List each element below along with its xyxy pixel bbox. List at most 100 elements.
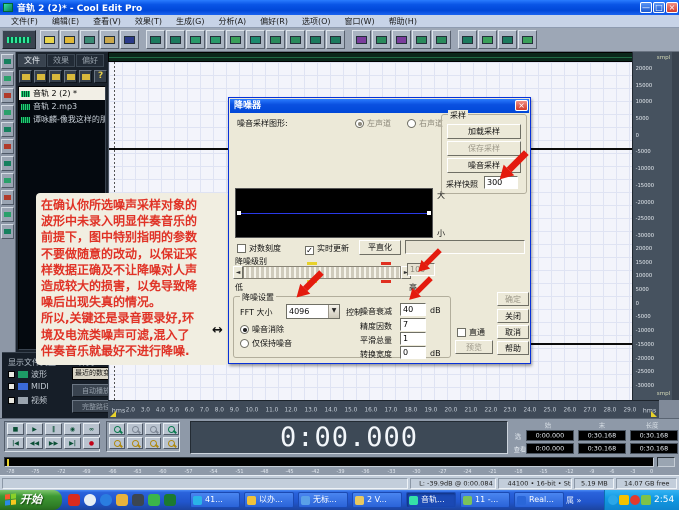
quicklaunch-icon[interactable] [100, 494, 112, 506]
task-button[interactable]: Real... [514, 492, 564, 508]
menu-item[interactable]: 选项(O) [295, 16, 338, 27]
tool2-button[interactable] [478, 30, 497, 49]
radio-right-channel[interactable]: 右声道 [407, 118, 443, 129]
import-button[interactable] [100, 30, 119, 49]
overview-strip[interactable] [108, 52, 659, 62]
file-item[interactable]: 音轨 2 (2) * [19, 87, 105, 100]
tool1-button[interactable] [458, 30, 477, 49]
quicklaunch-icon[interactable] [116, 494, 128, 506]
bypass-checkbox[interactable]: 直通 [457, 327, 485, 338]
organizer-help-button[interactable]: ? [94, 70, 107, 83]
filter-video[interactable]: 视频 [8, 395, 47, 406]
task-button[interactable]: 以办... [244, 492, 294, 508]
rewind-button[interactable]: ◀◀ [26, 437, 43, 449]
maximize-button[interactable]: □ [653, 2, 665, 13]
tray-icon[interactable] [619, 495, 629, 505]
slider-left-arrow[interactable]: ◄ [233, 266, 243, 279]
play-button[interactable]: ▶ [26, 423, 43, 435]
help-button[interactable]: 帮助 [497, 341, 529, 355]
organizer-close-button[interactable] [64, 70, 77, 83]
organizer-insert-button[interactable] [49, 70, 62, 83]
chevron-down-icon[interactable]: ▼ [328, 305, 339, 318]
undo-button[interactable] [146, 30, 165, 49]
task-button[interactable]: 2 V... [352, 492, 402, 508]
pause-button[interactable]: ‖ [45, 423, 62, 435]
rail-button[interactable] [1, 122, 14, 137]
effect1-button[interactable] [352, 30, 371, 49]
rail-button[interactable] [1, 173, 14, 188]
live-update-checkbox[interactable]: ✓实时更新 [305, 243, 349, 255]
fast-forward-button[interactable]: ▶▶ [45, 437, 62, 449]
filter-midi[interactable]: MIDI [8, 382, 49, 391]
rail-button[interactable] [1, 54, 14, 69]
smooth-input[interactable] [400, 332, 426, 345]
effect4-button[interactable] [412, 30, 431, 49]
loop-button[interactable]: ∞ [83, 423, 100, 435]
settings-button[interactable] [326, 30, 345, 49]
open-file-button[interactable] [60, 30, 79, 49]
effect5-button[interactable] [432, 30, 451, 49]
rail-button[interactable] [1, 190, 14, 205]
record-button[interactable]: ● [83, 437, 100, 449]
rail-button[interactable] [1, 139, 14, 154]
properties-button[interactable] [120, 30, 139, 49]
precision-input[interactable] [400, 318, 426, 331]
task-button[interactable]: 11 -... [460, 492, 510, 508]
ok-button[interactable]: 确定 [497, 292, 529, 306]
checkbox[interactable] [8, 383, 15, 390]
trim-button[interactable] [286, 30, 305, 49]
load-sample-button[interactable]: 加载采样 [447, 124, 521, 139]
zoom-left-button[interactable] [145, 437, 161, 449]
effect3-button[interactable] [392, 30, 411, 49]
checkbox[interactable] [8, 397, 15, 404]
quicklaunch-icon[interactable] [84, 494, 96, 506]
time-display[interactable]: 0:00.000 [190, 421, 508, 454]
copy-button[interactable] [206, 30, 225, 49]
organizer-options-button[interactable] [79, 70, 92, 83]
menu-item[interactable]: 文件(F) [4, 16, 45, 27]
filter-waveform[interactable]: 波形 [8, 369, 47, 380]
menu-item[interactable]: 生成(G) [169, 16, 211, 27]
tab-files[interactable]: 文件 [18, 54, 46, 67]
task-button[interactable]: 41... [190, 492, 240, 508]
save-file-button[interactable] [80, 30, 99, 49]
redo-button[interactable] [166, 30, 185, 49]
radio-left-channel[interactable]: 左声道 [355, 118, 391, 129]
quicklaunch-icon[interactable] [132, 494, 144, 506]
file-item[interactable]: 音轨 2.mp3 [19, 100, 105, 113]
zoom-selection-button[interactable] [163, 423, 179, 435]
mix-paste-button[interactable] [246, 30, 265, 49]
go-end-button[interactable]: ▶| [64, 437, 81, 449]
rail-button[interactable] [1, 105, 14, 120]
zoom-out-button[interactable] [127, 423, 143, 435]
play-to-end-button[interactable]: ◉ [64, 423, 81, 435]
minimize-button[interactable]: — [640, 2, 652, 13]
menu-item[interactable]: 窗口(W) [338, 16, 382, 27]
menu-item[interactable]: 帮助(H) [382, 16, 424, 27]
organizer-open-button[interactable] [19, 70, 32, 83]
log-scale-checkbox[interactable]: 对数刻度 [237, 243, 281, 254]
noise-reduce-input[interactable] [400, 303, 426, 316]
cancel-button[interactable]: 取消 [497, 325, 529, 339]
cut-button[interactable] [186, 30, 205, 49]
waveform-view-button[interactable] [2, 30, 36, 49]
close-button[interactable]: × [666, 2, 678, 13]
preview-button[interactable]: 预览 [455, 340, 493, 354]
rail-button[interactable] [1, 207, 14, 222]
zoom-out-vertical-button[interactable] [127, 437, 143, 449]
menu-item[interactable]: 查看(V) [86, 16, 128, 27]
rail-button[interactable] [1, 71, 14, 86]
zoom-in-vertical-button[interactable] [109, 437, 125, 449]
start-button[interactable]: 开始 [0, 490, 62, 510]
tab-favorites[interactable]: 偏好 [76, 54, 104, 67]
menu-item[interactable]: 偏好(R) [253, 16, 295, 27]
zoom-right-button[interactable] [163, 437, 179, 449]
tray-icon[interactable] [608, 495, 618, 505]
tray-icon[interactable] [641, 495, 651, 505]
zoom-full-button[interactable] [145, 423, 161, 435]
tool4-button[interactable] [518, 30, 537, 49]
tray-icon[interactable] [630, 495, 640, 505]
profile-handle-right[interactable] [427, 211, 431, 215]
organizer-open2-button[interactable] [34, 70, 47, 83]
level-meter[interactable] [4, 457, 654, 467]
